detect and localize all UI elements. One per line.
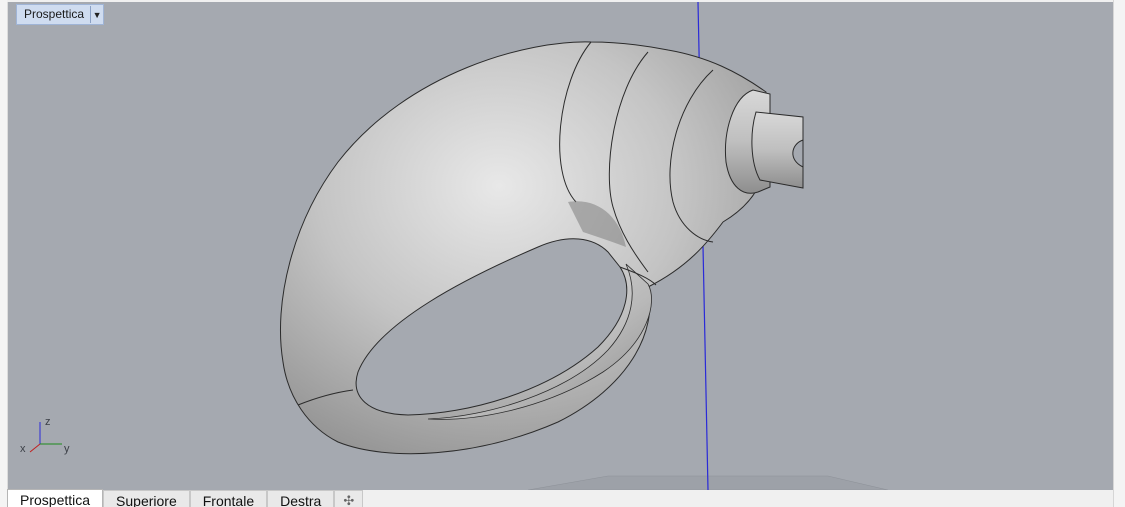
- triangle-down-icon[interactable]: ▼: [90, 6, 103, 23]
- axis-z-label: z: [45, 416, 51, 428]
- axis-y-label: y: [64, 443, 70, 455]
- tab-superiore[interactable]: Superiore: [103, 490, 190, 507]
- axis-x-label: x: [20, 443, 26, 455]
- tab-frontale[interactable]: Frontale: [189, 490, 268, 507]
- viewport-title[interactable]: Prospettica: [17, 6, 90, 23]
- left-border: [0, 0, 7, 507]
- tab-destra[interactable]: Destra: [267, 490, 335, 507]
- perspective-viewport[interactable]: Prospettica ▼ z x y: [7, 2, 1114, 490]
- model-scene[interactable]: [8, 2, 1114, 490]
- tab-prospettica[interactable]: Prospettica: [7, 489, 104, 507]
- plus-icon[interactable]: ✣: [334, 490, 364, 507]
- viewport-tabs: Prospettica Superiore Frontale Destra ✣: [7, 489, 364, 507]
- viewport-title-tab[interactable]: Prospettica ▼: [16, 4, 105, 25]
- right-border: [1113, 0, 1125, 507]
